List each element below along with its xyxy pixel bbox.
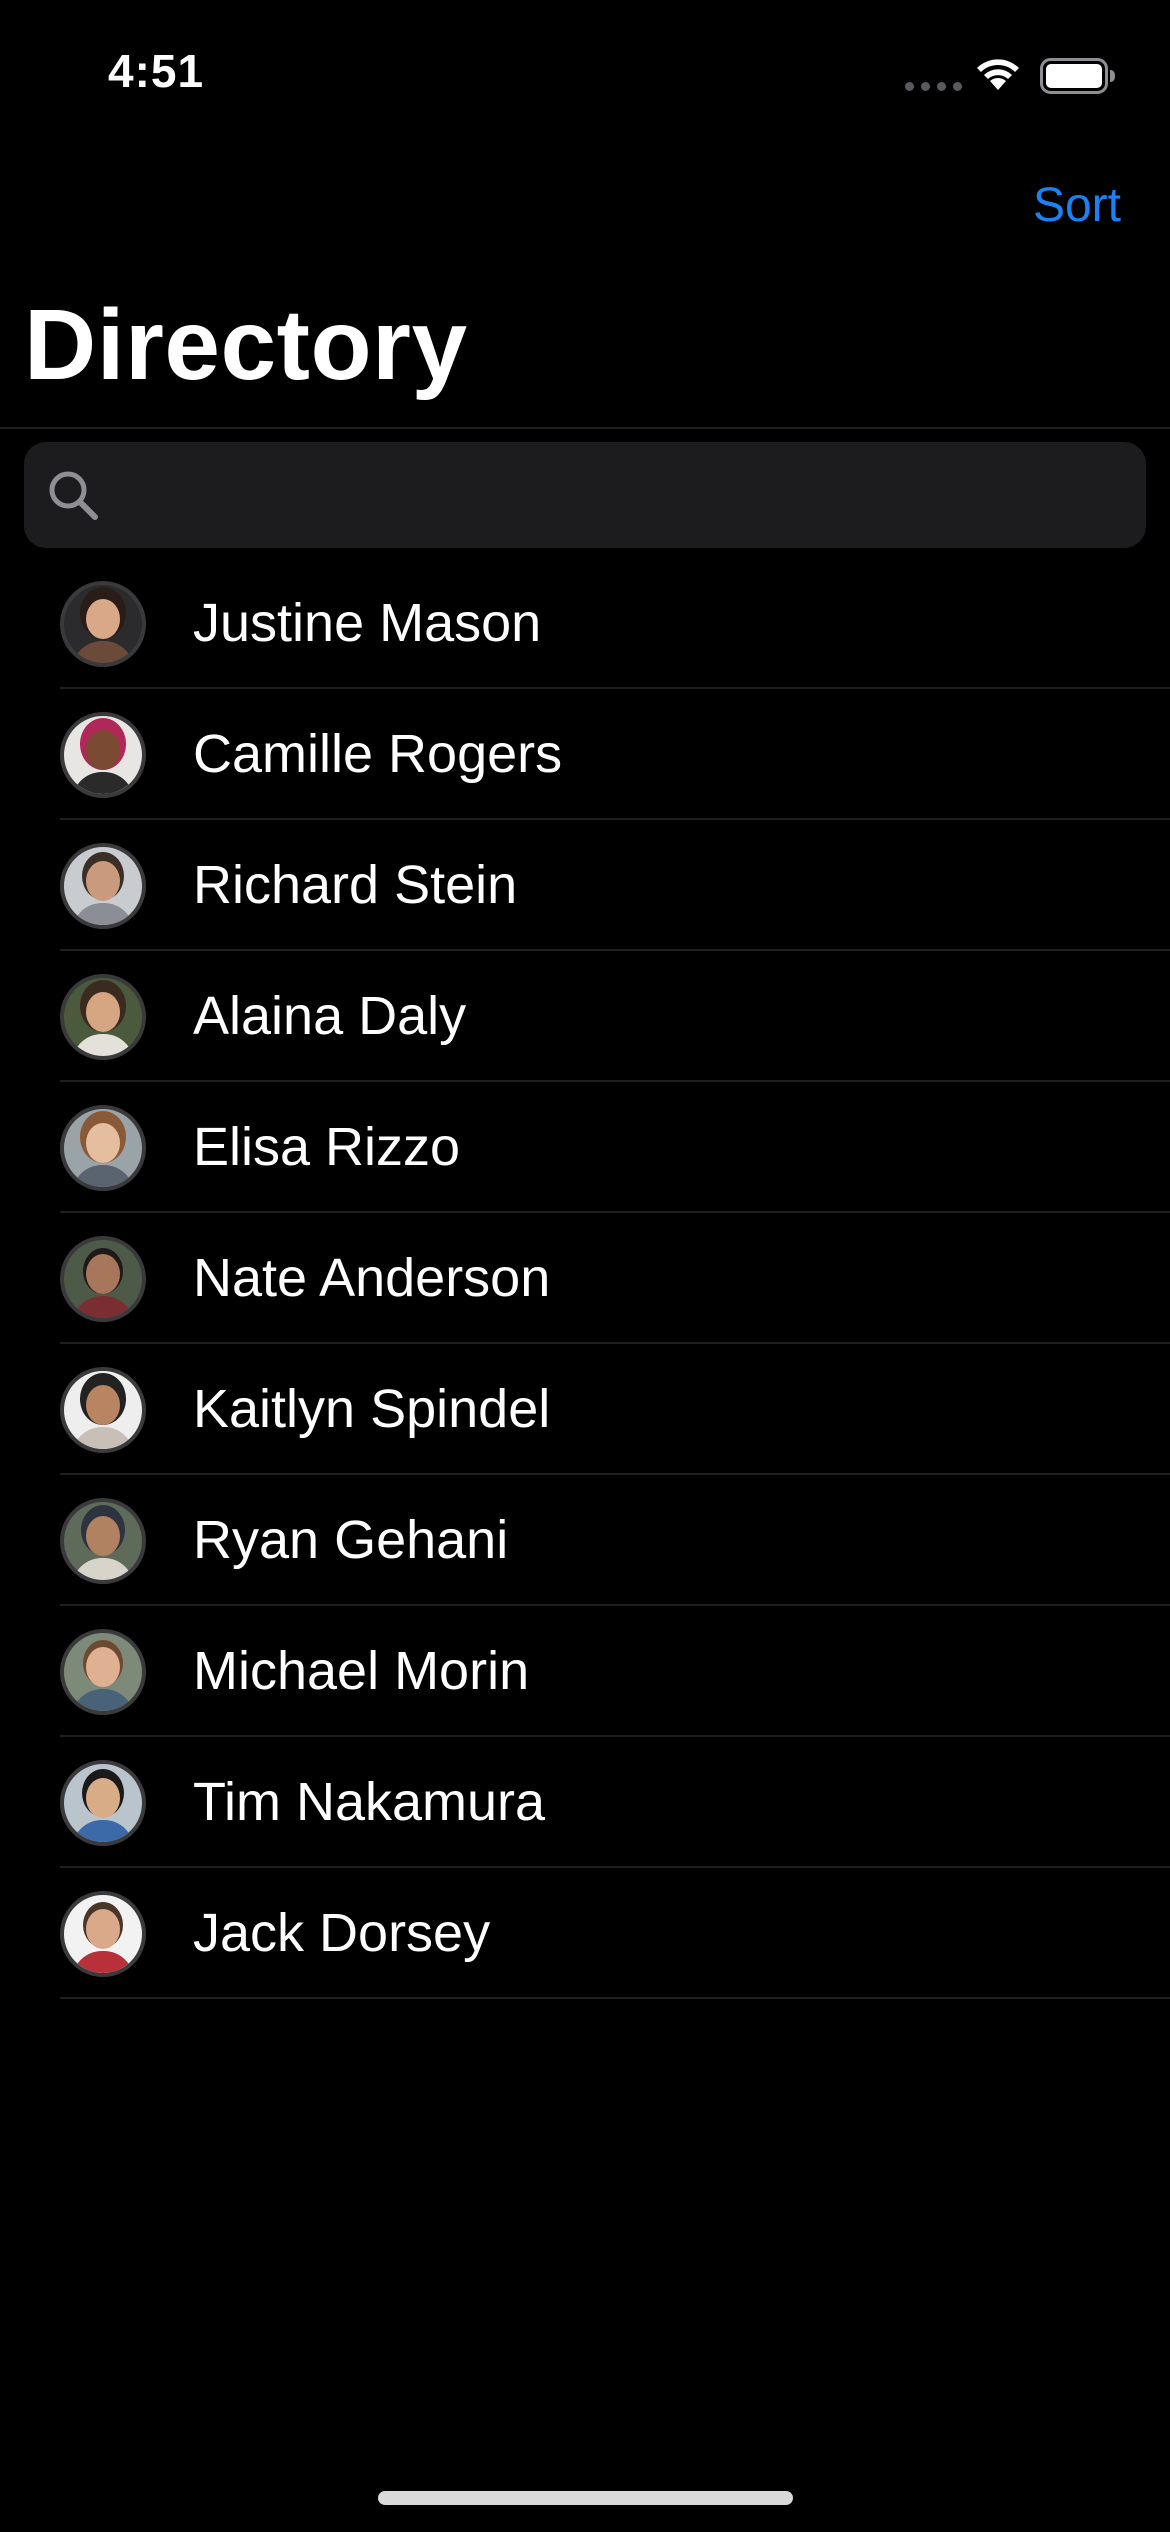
list-item[interactable]: Tim Nakamura (0, 1737, 1170, 1868)
list-item[interactable]: Ryan Gehani (0, 1475, 1170, 1606)
status-time: 4:51 (108, 45, 205, 97)
search-input[interactable] (114, 442, 1128, 550)
contact-name: Jack Dorsey (193, 1903, 491, 1963)
avatar (60, 1629, 146, 1715)
wifi-icon (977, 59, 1019, 90)
avatar (60, 1367, 146, 1453)
cellular-signal-icon (905, 82, 962, 91)
avatar (60, 581, 146, 667)
home-indicator[interactable] (378, 2491, 793, 2505)
contact-name: Richard Stein (193, 855, 518, 915)
list-item[interactable]: Alaina Daly (0, 951, 1170, 1082)
list-item[interactable]: Richard Stein (0, 820, 1170, 951)
contact-name: Kaitlyn Spindel (193, 1379, 551, 1439)
status-bar: 4:51 (0, 0, 1170, 150)
sort-button[interactable]: Sort (1033, 178, 1121, 233)
contact-name: Tim Nakamura (193, 1772, 546, 1832)
search-icon (49, 471, 98, 520)
avatar (60, 1891, 146, 1977)
contact-name: Camille Rogers (193, 724, 563, 784)
contact-name: Elisa Rizzo (193, 1117, 461, 1177)
contact-name: Nate Anderson (193, 1248, 551, 1308)
list-item[interactable]: Elisa Rizzo (0, 1082, 1170, 1213)
battery-icon (1040, 58, 1115, 94)
avatar (60, 712, 146, 798)
avatar (60, 1236, 146, 1322)
avatar (60, 843, 146, 929)
list-item[interactable]: Jack Dorsey (0, 1868, 1170, 1999)
contact-list: Justine Mason Camille Rogers Richard Ste… (0, 558, 1170, 1999)
search-bar[interactable] (24, 442, 1146, 550)
avatar (60, 1760, 146, 1846)
contact-name: Justine Mason (193, 593, 542, 653)
list-item[interactable]: Camille Rogers (0, 689, 1170, 820)
list-item[interactable]: Justine Mason (0, 558, 1170, 689)
list-item[interactable]: Michael Morin (0, 1606, 1170, 1737)
contact-name: Alaina Daly (193, 986, 467, 1046)
list-item[interactable]: Kaitlyn Spindel (0, 1344, 1170, 1475)
avatar (60, 1498, 146, 1584)
avatar (60, 974, 146, 1060)
list-item[interactable]: Nate Anderson (0, 1213, 1170, 1344)
contact-name: Michael Morin (193, 1641, 530, 1701)
page-title: Directory (24, 289, 468, 401)
contact-name: Ryan Gehani (193, 1510, 509, 1570)
row-divider (60, 1997, 1170, 1999)
avatar (60, 1105, 146, 1191)
header-divider (0, 427, 1170, 429)
